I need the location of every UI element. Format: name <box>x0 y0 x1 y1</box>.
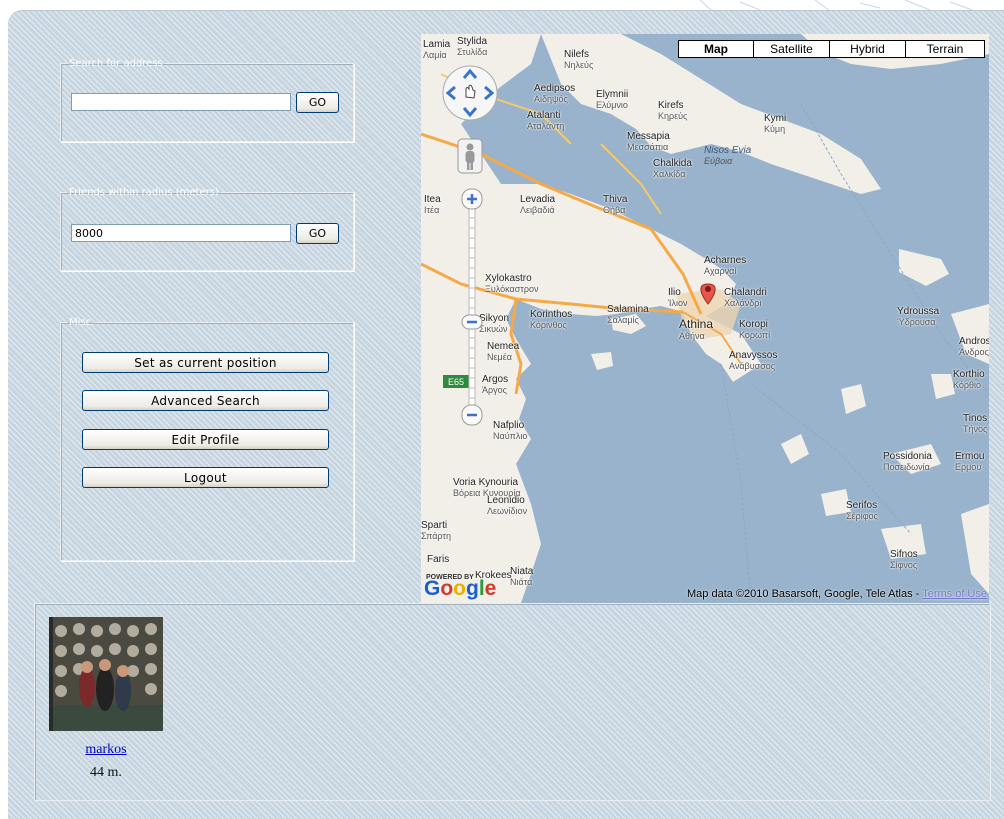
map-label-elymnii: Elymnii Ελύμνιο <box>596 89 629 111</box>
zoom-slider[interactable] <box>463 188 481 428</box>
map-type-satellite[interactable]: Satellite <box>753 41 829 57</box>
map-label-athina: Athina Αθήνα <box>679 317 714 341</box>
map-label-korinthos: Korinthos Κόρινθος <box>530 309 573 331</box>
logout-button[interactable]: Logout <box>82 467 329 488</box>
search-address-input[interactable] <box>71 93 291 111</box>
map-label-chalkida: Chalkida Χαλκίδα <box>653 158 692 180</box>
map-label-sparti: Sparti Σπάρτη <box>421 520 451 542</box>
pan-arrows-icon[interactable] <box>441 64 499 122</box>
map-label-possidonia: Possidonia Ποσειδωνία <box>883 451 932 473</box>
map-label-koropi: Koropi Κορωπί <box>739 319 771 341</box>
svg-text:E65: E65 <box>448 377 464 387</box>
advanced-search-button[interactable]: Advanced Search <box>82 390 329 411</box>
map-attribution: Map data ©2010 Basarsoft, Google, Tele A… <box>687 588 987 600</box>
map-label-messapia: Messapia Μεσσάπια <box>627 131 670 153</box>
friends-radius-legend: Friends within radius (meters) <box>69 187 219 198</box>
map-label-nafplio: Nafplio Ναύπλιο <box>493 420 528 442</box>
map-label-ermou: Ermou Ερμου <box>955 451 985 473</box>
map-label-argos: Argos Άργος <box>482 374 509 396</box>
map-type-terrain[interactable]: Terrain <box>905 41 984 57</box>
map-type-map[interactable]: Map <box>679 41 753 57</box>
zoom-out-icon[interactable] <box>461 404 483 426</box>
edit-profile-button[interactable]: Edit Profile <box>82 429 329 450</box>
map-label-niata: Niata Νιάτα <box>510 566 534 588</box>
map-label-kirefs: Kirefs Κηρεύς <box>658 100 688 122</box>
map-label-serifos: Serifos Σέριφος <box>846 500 878 522</box>
map-label-korthio: Korthio Κόρθιο <box>953 369 985 391</box>
terms-of-use-link[interactable]: Terms of Use <box>922 588 987 600</box>
street-view-pegman-icon[interactable] <box>457 138 483 174</box>
map-label-ydroussa: Ydroussa Ύδρουσα <box>897 306 940 328</box>
friend-distance: 44 m. <box>90 765 122 780</box>
zoom-slider-thumb[interactable] <box>461 314 483 330</box>
friends-results-area <box>34 603 991 801</box>
map-label-atalanti: Atalanti Αταλάντη <box>527 110 565 132</box>
map-label-salamina: Salamina Σαλαμίς <box>607 304 649 326</box>
map-label-chalandri: Chalandri Χαλάνδρι <box>724 287 767 309</box>
map-label-nilefs: Nilefs Νηλεύς <box>564 49 594 71</box>
map-label-thiva: Thiva Θήβα <box>603 194 628 216</box>
map-label-sifnos: Sifnos Σίφνος <box>890 549 918 571</box>
search-go-button[interactable]: GO <box>296 92 339 113</box>
google-logo[interactable]: Google <box>424 577 496 601</box>
map-pan-control[interactable] <box>441 64 499 126</box>
map-label-nisos-evia: Nisos Evia Εύβοια <box>704 145 752 167</box>
map-label-aedipsos: Aedipsos Αιδηψός <box>534 83 576 105</box>
map-label-itea: Itea Ιτέα <box>424 194 441 216</box>
friend-name-link[interactable]: markos <box>49 742 163 758</box>
search-address-legend: Search for address <box>69 58 163 69</box>
map-label-levadia: Levadia Λειβαδιά <box>520 194 556 216</box>
set-current-position-button[interactable]: Set as current position <box>82 352 329 373</box>
map-label-lamia: Lamia Λαμία <box>423 39 451 61</box>
zoom-slider-track[interactable] <box>463 188 481 428</box>
map-label-acharnes: Acharnes Αχαρναί <box>704 255 747 277</box>
map-label-andros: Andros Άνδρος <box>959 336 989 358</box>
map-label-xylokastro: Xylokastro Ξυλόκαστρον <box>485 273 539 295</box>
map-label-sikyon: Sikyon Σικυών <box>479 313 510 335</box>
friend-photo-image <box>49 617 163 731</box>
map-label-stylida: Stylida Στυλίδα <box>457 36 488 58</box>
map-type-selector: Map Satellite Hybrid Terrain <box>678 40 985 58</box>
map-label-tinos: Tinos Τήνος <box>963 413 988 435</box>
map-label-anavyssos: Anavyssos Ανάβυσσος <box>729 350 778 372</box>
map-label-leonidio: Leonidio Λεωνίδιον <box>487 495 528 517</box>
map-type-hybrid[interactable]: Hybrid <box>829 41 905 57</box>
map-label-faris: Faris <box>427 554 450 565</box>
zoom-in-icon[interactable] <box>461 188 483 210</box>
google-map[interactable]: E65 Lamia Λαμία Stylida Στυλίδα Nilefs Νηλε… <box>421 34 989 603</box>
misc-legend: Misc. <box>69 317 95 328</box>
map-label-ilio: Ilio Ίλιον <box>668 287 688 309</box>
radius-go-button[interactable]: GO <box>296 223 339 244</box>
map-label-kymi: Kymi Κύμη <box>764 113 787 135</box>
map-attribution-text: Map data ©2010 Basarsoft, Google, Tele A… <box>687 588 920 600</box>
friend-photo[interactable] <box>49 617 163 731</box>
map-label-nemea: Nemea Νεμέα <box>487 341 520 363</box>
radius-input[interactable] <box>71 224 291 242</box>
